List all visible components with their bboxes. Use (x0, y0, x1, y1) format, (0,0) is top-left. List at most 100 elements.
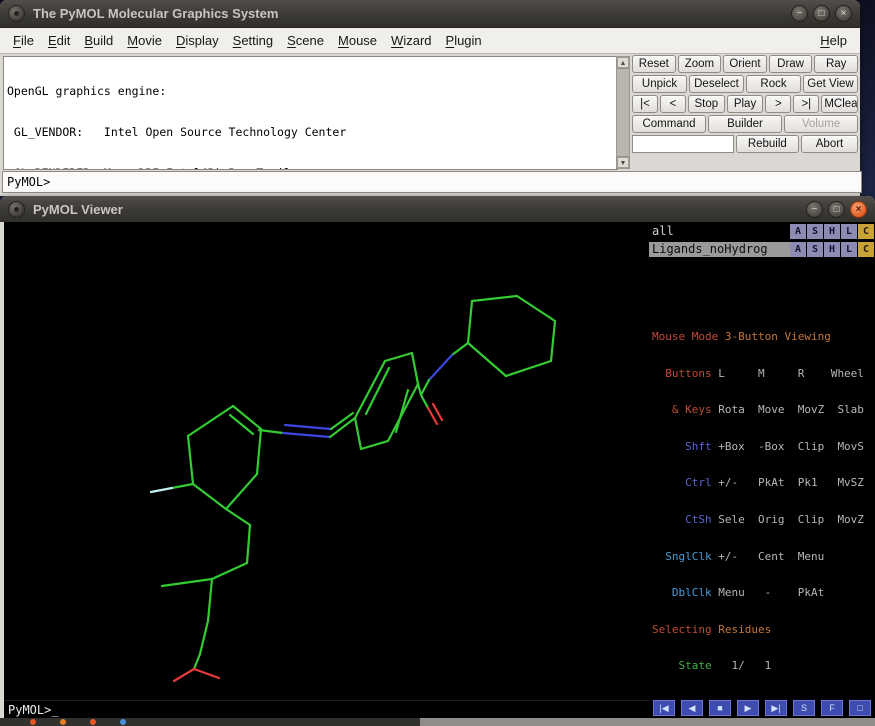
mouse-mode-panel: Mouse Mode 3-Button Viewing Buttons L M … (652, 307, 875, 698)
scroll-down-icon[interactable]: ▼ (617, 157, 629, 168)
viewer-command-line[interactable]: PyMOL>_ (4, 700, 649, 719)
scrollbar-thumb[interactable] (617, 68, 629, 157)
main-window-title: The PyMOL Molecular Graphics System (33, 6, 278, 21)
frame-back-button[interactable]: ◀ (681, 700, 703, 716)
reset-button[interactable]: Reset (632, 55, 676, 73)
menu-help[interactable]: Help (813, 31, 854, 50)
minimize-icon[interactable]: − (806, 201, 823, 218)
goto-last-frame-button[interactable]: ▶| (765, 700, 787, 716)
mouse-dblclk-line: DblClk Menu - PkAt (652, 587, 875, 599)
menu-scene[interactable]: Scene (280, 31, 331, 50)
3d-viewport[interactable] (4, 222, 649, 700)
rebuild-button[interactable]: Rebuild (736, 135, 799, 153)
volume-button: Volume (784, 115, 858, 133)
viewer-body: PyMOL>_ all A S H L C (0, 222, 875, 718)
state-line[interactable]: State 1/ 1 (652, 660, 875, 672)
object-name[interactable]: Ligands_noHydrog (649, 242, 790, 257)
l-menu-button[interactable]: L (841, 224, 857, 239)
draw-button[interactable]: Draw (769, 55, 813, 73)
step-back-button[interactable]: < (660, 95, 686, 113)
mouse-ctsh-line: CtSh Sele Orig Clip MovZ (652, 514, 875, 526)
panel-command-entry[interactable] (632, 135, 734, 153)
a-menu-button[interactable]: A (790, 242, 806, 257)
launcher-icon[interactable] (120, 719, 126, 725)
blank-frame-button[interactable]: □ (849, 700, 871, 716)
molecule-svg (4, 222, 649, 700)
output-log: OpenGL graphics engine: GL_VENDOR: Intel… (3, 56, 618, 170)
mouse-shft-line: Shft +Box -Box Clip MovS (652, 441, 875, 453)
orient-button[interactable]: Orient (723, 55, 767, 73)
frame-controls: |◀ ◀ ■ ▶ ▶| S F □ (653, 699, 871, 717)
object-panel: all A S H L C Ligands_noHydrog A (649, 222, 875, 718)
object-row-all: all A S H L C (649, 223, 875, 240)
mouse-keys-line: & Keys Rota Move MovZ Slab (652, 404, 875, 416)
step-forward-button[interactable]: > (765, 95, 791, 113)
c-menu-button[interactable]: C (858, 242, 874, 257)
s-toggle-button[interactable]: S (793, 700, 815, 716)
close-icon[interactable]: × (850, 201, 867, 218)
log-scrollbar[interactable]: ▲ ▼ (616, 56, 630, 169)
log-line: GL_VENDOR: Intel Open Source Technology … (7, 126, 617, 140)
abort-button[interactable]: Abort (801, 135, 858, 153)
h-menu-button[interactable]: H (824, 242, 840, 257)
viewer-titlebar[interactable]: PyMOL Viewer − □ × (0, 196, 875, 223)
frame-stop-button[interactable]: ■ (709, 700, 731, 716)
menu-movie[interactable]: Movie (120, 31, 169, 50)
goto-end-button[interactable]: >| (793, 95, 819, 113)
menu-edit[interactable]: Edit (41, 31, 77, 50)
ray-button[interactable]: Ray (814, 55, 858, 73)
mclear-button[interactable]: MClear (821, 95, 858, 113)
selecting-mode-line[interactable]: Selecting Residues (652, 624, 875, 636)
goto-first-frame-button[interactable]: |◀ (653, 700, 675, 716)
launcher-icon[interactable] (60, 719, 66, 725)
command-input[interactable]: PyMOL> (2, 171, 862, 193)
s-menu-button[interactable]: S (807, 224, 823, 239)
mouse-ctrl-line: Ctrl +/- PkAt Pk1 MvSZ (652, 477, 875, 489)
close-icon[interactable]: × (835, 5, 852, 22)
maximize-icon[interactable]: □ (828, 201, 845, 218)
menu-mouse[interactable]: Mouse (331, 31, 384, 50)
scroll-up-icon[interactable]: ▲ (617, 57, 629, 68)
rock-button[interactable]: Rock (746, 75, 801, 93)
c-menu-button[interactable]: C (858, 224, 874, 239)
l-menu-button[interactable]: L (841, 242, 857, 257)
zoom-button[interactable]: Zoom (678, 55, 722, 73)
s-menu-button[interactable]: S (807, 242, 823, 257)
deselect-button[interactable]: Deselect (689, 75, 744, 93)
menu-file[interactable]: File (6, 31, 41, 50)
menu-setting[interactable]: Setting (226, 31, 280, 50)
viewer-title: PyMOL Viewer (33, 202, 123, 217)
mouse-mode-line[interactable]: Mouse Mode 3-Button Viewing (652, 331, 875, 343)
main-window-titlebar[interactable]: The PyMOL Molecular Graphics System − □ … (0, 0, 860, 28)
builder-button[interactable]: Builder (708, 115, 782, 133)
menu-plugin[interactable]: Plugin (439, 31, 489, 50)
launcher-icon[interactable] (90, 719, 96, 725)
menu-display[interactable]: Display (169, 31, 226, 50)
launcher-icon[interactable] (30, 719, 36, 725)
pymol-main-window: The PyMOL Molecular Graphics System − □ … (0, 0, 860, 196)
minimize-icon[interactable]: − (791, 5, 808, 22)
command-button[interactable]: Command (632, 115, 706, 133)
get-view-button[interactable]: Get View (803, 75, 858, 93)
unpick-button[interactable]: Unpick (632, 75, 687, 93)
window-menu-icon[interactable] (8, 5, 25, 22)
object-name[interactable]: all (649, 224, 790, 239)
frame-play-button[interactable]: ▶ (737, 700, 759, 716)
log-line: GL_RENDERER: Mesa DRI Intel(R) Bay Trail (7, 167, 617, 170)
control-button-panel: Reset Zoom Orient Draw Ray Unpick Desele… (632, 55, 858, 168)
viewer-canvas-area: PyMOL>_ all A S H L C (4, 222, 875, 718)
window-menu-icon[interactable] (8, 201, 25, 218)
stop-button[interactable]: Stop (688, 95, 725, 113)
log-line: OpenGL graphics engine: (7, 85, 617, 99)
menu-build[interactable]: Build (77, 31, 120, 50)
maximize-icon[interactable]: □ (813, 5, 830, 22)
mouse-buttons-line: Buttons L M R Wheel (652, 368, 875, 380)
mouse-snglclk-line: SnglClk +/- Cent Menu (652, 551, 875, 563)
menu-wizard[interactable]: Wizard (384, 31, 438, 50)
play-button[interactable]: Play (727, 95, 764, 113)
a-menu-button[interactable]: A (790, 224, 806, 239)
goto-start-button[interactable]: |< (632, 95, 658, 113)
f-toggle-button[interactable]: F (821, 700, 843, 716)
h-menu-button[interactable]: H (824, 224, 840, 239)
viewer-prompt: PyMOL>_ (8, 703, 59, 717)
